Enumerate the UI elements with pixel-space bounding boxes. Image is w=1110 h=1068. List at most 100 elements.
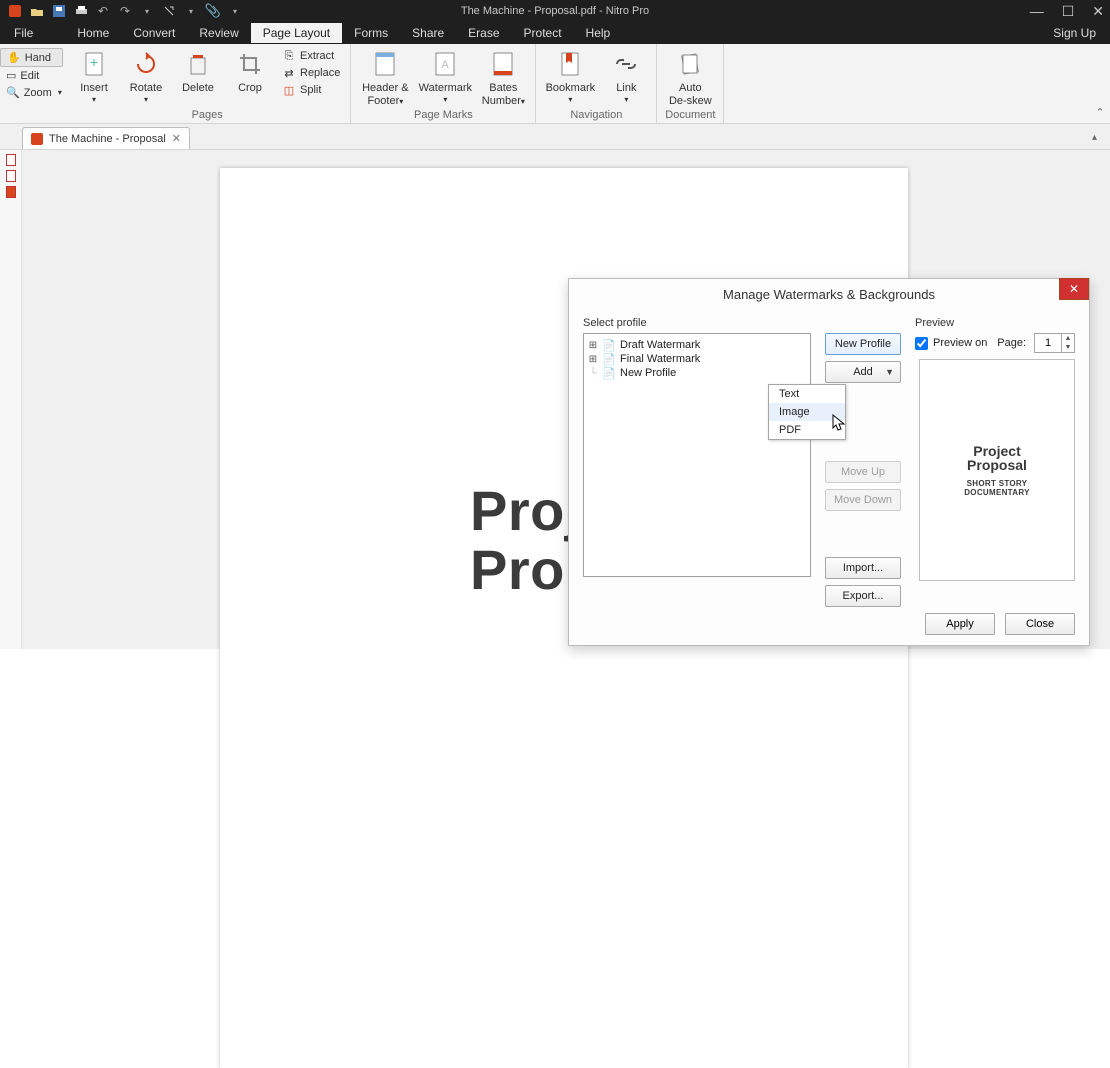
- add-button[interactable]: Add▼: [825, 361, 901, 383]
- tab-page-layout[interactable]: Page Layout: [251, 23, 342, 43]
- dropdown-icon[interactable]: ▾: [140, 4, 154, 18]
- save-icon[interactable]: [52, 4, 66, 18]
- menu-item-text[interactable]: Text: [769, 385, 845, 403]
- hand-icon: ✋: [7, 51, 21, 64]
- document-tab-label: The Machine - Proposal: [49, 133, 166, 145]
- sidebar-gutter: [0, 150, 22, 649]
- page-spinner[interactable]: ▲▼: [1034, 333, 1075, 353]
- tab-erase[interactable]: Erase: [456, 23, 511, 43]
- rotate-button[interactable]: Rotate▾: [122, 46, 170, 105]
- attach-icon[interactable]: 📎: [206, 4, 220, 18]
- maximize-icon[interactable]: ☐: [1062, 3, 1075, 20]
- panel-icon[interactable]: [6, 186, 16, 198]
- tab-protect[interactable]: Protect: [512, 23, 574, 43]
- signup-link[interactable]: Sign Up: [1053, 26, 1110, 40]
- bates-number-button[interactable]: BatesNumber▾: [477, 46, 529, 108]
- import-button[interactable]: Import...: [825, 557, 901, 579]
- print-icon[interactable]: [74, 4, 88, 18]
- dialog-title: Manage Watermarks & Backgrounds: [723, 287, 935, 302]
- tab-convert[interactable]: Convert: [121, 23, 187, 43]
- leaf-icon: └: [588, 368, 598, 379]
- redo-icon[interactable]: ↷: [118, 4, 132, 18]
- export-button[interactable]: Export...: [825, 585, 901, 607]
- document-tabs: The Machine - Proposal ✕: [0, 124, 1110, 150]
- split-button[interactable]: ◫Split: [278, 82, 344, 98]
- spin-down-icon[interactable]: ▼: [1062, 343, 1074, 352]
- quick-access-toolbar: ↶ ↷ ▾ ▾ 📎 ▾: [0, 4, 242, 18]
- new-profile-button[interactable]: New Profile: [825, 333, 901, 355]
- dialog-close-button[interactable]: ✕: [1059, 278, 1089, 300]
- manage-watermarks-dialog: Manage Watermarks & Backgrounds ✕ Select…: [568, 278, 1090, 646]
- document-tab[interactable]: The Machine - Proposal ✕: [22, 127, 190, 149]
- preview-thumbnail: Project Proposal SHORT STORY DOCUMENTARY: [919, 359, 1075, 581]
- delete-button[interactable]: Delete: [174, 46, 222, 95]
- add-menu: Text Image PDF: [768, 384, 846, 440]
- tree-item[interactable]: ⊞📄Final Watermark: [586, 352, 808, 366]
- group-navigation: Bookmark▾ Link▾ Navigation: [536, 44, 657, 123]
- ribbon-tabs: File Home Convert Review Page Layout For…: [0, 22, 1110, 44]
- tab-forms[interactable]: Forms: [342, 23, 400, 43]
- profile-tree[interactable]: ⊞📄Draft Watermark ⊞📄Final Watermark └📄Ne…: [583, 333, 811, 577]
- dropdown-icon[interactable]: ▾: [228, 4, 242, 18]
- undo-icon[interactable]: ↶: [96, 4, 110, 18]
- watermark-button[interactable]: AWatermark▾: [417, 46, 473, 105]
- file-tab[interactable]: File: [0, 23, 47, 43]
- tree-item[interactable]: ⊞📄Draft Watermark: [586, 338, 808, 352]
- tab-review[interactable]: Review: [187, 23, 250, 43]
- group-document: AutoDe-skew Document: [657, 44, 724, 123]
- group-label: Document: [663, 108, 717, 123]
- apply-button[interactable]: Apply: [925, 613, 995, 635]
- ribbon: ✋Hand ▭Edit 🔍Zoom▾ +Insert▾ Rotate▾ Dele…: [0, 44, 1110, 124]
- tab-share[interactable]: Share: [400, 23, 456, 43]
- preview-text: SHORT STORY: [945, 479, 1049, 488]
- page-input[interactable]: [1035, 337, 1061, 349]
- zoom-icon: 🔍: [6, 86, 20, 99]
- dialog-title-bar[interactable]: Manage Watermarks & Backgrounds ✕: [569, 279, 1089, 309]
- extract-button[interactable]: ⎘Extract: [278, 48, 344, 64]
- expand-icon[interactable]: ⊞: [588, 340, 598, 351]
- link-button[interactable]: Link▾: [602, 46, 650, 105]
- open-icon[interactable]: [30, 4, 44, 18]
- menu-item-pdf[interactable]: PDF: [769, 421, 845, 439]
- insert-button[interactable]: +Insert▾: [70, 46, 118, 105]
- preview-text: DOCUMENTARY: [945, 488, 1049, 497]
- profile-icon: 📄: [602, 367, 616, 379]
- window-controls: — ☐ ✕: [1030, 3, 1104, 20]
- dropdown-caret-icon: ▼: [885, 367, 894, 377]
- tool-icon[interactable]: [162, 4, 176, 18]
- minimize-icon[interactable]: —: [1030, 3, 1044, 20]
- group-label: Pages: [70, 108, 344, 123]
- spin-up-icon[interactable]: ▲: [1062, 334, 1074, 343]
- window-title: The Machine - Proposal.pdf - Nitro Pro: [461, 5, 649, 17]
- collapse-ribbon-icon[interactable]: ⌃: [1090, 44, 1110, 123]
- svg-text:+: +: [90, 54, 98, 70]
- menu-item-image[interactable]: Image: [769, 403, 845, 421]
- preview-text: Proposal: [945, 457, 1049, 473]
- crop-button[interactable]: Crop: [226, 46, 274, 95]
- tree-item[interactable]: └📄New Profile: [586, 366, 808, 380]
- hand-tool[interactable]: ✋Hand: [0, 48, 63, 67]
- group-page-marks: Header &Footer▾ AWatermark▾ BatesNumber▾…: [351, 44, 536, 123]
- edit-icon: ▭: [6, 69, 16, 82]
- dropdown-icon[interactable]: ▾: [184, 4, 198, 18]
- scroll-up-icon[interactable]: ▴: [1092, 132, 1106, 146]
- tab-home[interactable]: Home: [65, 23, 121, 43]
- auto-deskew-button[interactable]: AutoDe-skew: [663, 46, 717, 108]
- close-button[interactable]: Close: [1005, 613, 1075, 635]
- tab-help[interactable]: Help: [574, 23, 623, 43]
- move-up-button: Move Up: [825, 461, 901, 483]
- bookmark-button[interactable]: Bookmark▾: [542, 46, 598, 105]
- replace-button[interactable]: ⇄Replace: [278, 65, 344, 81]
- edit-tool[interactable]: ▭Edit: [0, 67, 63, 84]
- close-tab-icon[interactable]: ✕: [172, 132, 181, 145]
- zoom-tool[interactable]: 🔍Zoom▾: [0, 84, 63, 101]
- group-pages: +Insert▾ Rotate▾ Delete Crop ⎘Extract ⇄R…: [64, 44, 351, 123]
- panel-icon[interactable]: [6, 154, 16, 166]
- panel-icon[interactable]: [6, 170, 16, 182]
- preview-on-checkbox[interactable]: Preview on: [915, 337, 987, 350]
- watermark-icon: 📄: [602, 339, 616, 351]
- close-icon[interactable]: ✕: [1092, 3, 1104, 20]
- view-tools: ✋Hand ▭Edit 🔍Zoom▾: [0, 44, 64, 123]
- expand-icon[interactable]: ⊞: [588, 354, 598, 365]
- header-footer-button[interactable]: Header &Footer▾: [357, 46, 413, 108]
